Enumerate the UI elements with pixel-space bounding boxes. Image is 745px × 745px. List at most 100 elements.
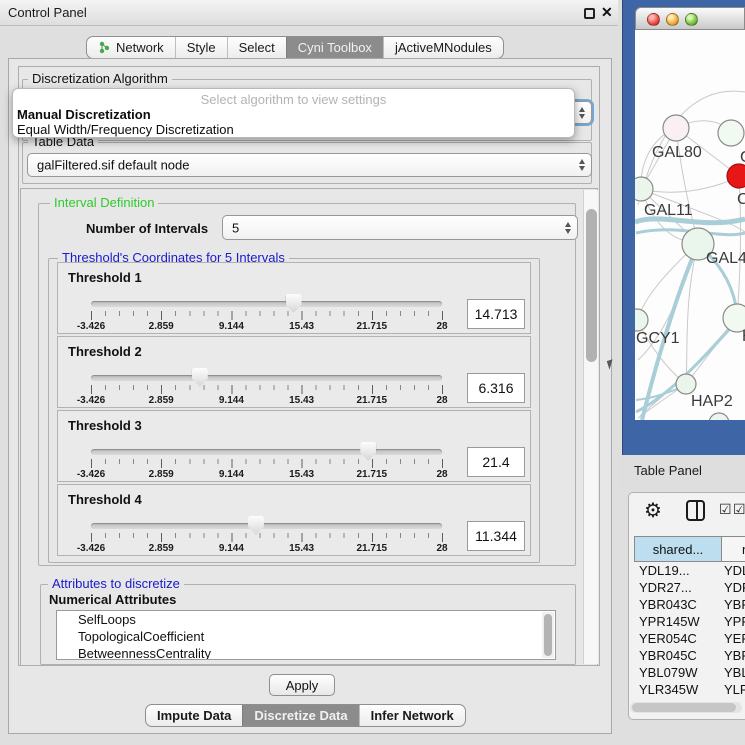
tick-label: 9.144 [203, 469, 259, 480]
apply-button[interactable]: Apply [269, 674, 335, 696]
cell-name: YBR0 [722, 648, 745, 663]
cell-name: YLR3 [722, 682, 745, 697]
list-item[interactable]: TopologicalCoefficient [57, 628, 555, 645]
threshold-label: Threshold 1 [68, 270, 142, 285]
tab-select[interactable]: Select [227, 37, 286, 58]
cell-shared-name: YPR145W [634, 614, 722, 629]
tick-label: 15.43 [274, 321, 330, 332]
tab-label: Infer Network [371, 708, 454, 723]
tick-label: 28 [414, 543, 470, 554]
table-hscrollbar[interactable] [630, 702, 742, 713]
threshold-label: Threshold 4 [68, 492, 142, 507]
tab-label: Select [239, 40, 275, 55]
tick-label: 2.859 [133, 321, 189, 332]
network-node[interactable] [676, 374, 696, 394]
split-columns-icon[interactable] [686, 500, 705, 521]
table-row[interactable]: YDL19...YDL1 [634, 562, 745, 579]
scrollbar-thumb[interactable] [586, 209, 597, 362]
tick-label: 21.715 [344, 469, 400, 480]
algorithm-dropdown-popup: Select algorithm to view settings Manual… [12, 88, 575, 138]
top-tabbar: Network Style Select Cyni Toolbox jActiv… [86, 36, 504, 59]
list-item[interactable]: BetweennessCentrality [57, 645, 555, 660]
tick-label: 28 [414, 395, 470, 406]
network-icon [98, 41, 111, 54]
tick-label: -3.426 [63, 469, 119, 480]
network-node[interactable] [718, 120, 744, 146]
algorithm-group-title: Discretization Algorithm [28, 72, 172, 86]
table-row[interactable]: YBL079WYBL0 [634, 664, 745, 681]
table-row[interactable]: YBR043CYBR0 [634, 596, 745, 613]
minimize-button[interactable] [666, 13, 679, 26]
tab-label: Impute Data [157, 708, 231, 723]
close-button[interactable] [647, 13, 660, 26]
tick-label: 21.715 [344, 543, 400, 554]
dropdown-hint: Select algorithm to view settings [13, 92, 574, 107]
network-node[interactable] [663, 115, 689, 141]
numerical-attributes-list[interactable]: SelfLoopsTopologicalCoefficientBetweenne… [56, 610, 556, 660]
tab-network[interactable]: Network [87, 37, 175, 58]
tab-jactivemnodules[interactable]: jActiveMNodules [383, 37, 503, 58]
network-node[interactable] [635, 309, 648, 331]
list-item[interactable]: SelfLoops [57, 611, 555, 628]
dropdown-item-manual[interactable]: Manual Discretization [17, 107, 151, 122]
tick-label: -3.426 [63, 395, 119, 406]
slider-major-ticks [91, 533, 443, 542]
checkbox-icon[interactable]: ☑ [719, 501, 732, 518]
node-label: GCY1 [636, 330, 680, 347]
slider-track[interactable] [91, 301, 442, 307]
threshold-value-field[interactable]: 6.316 [467, 373, 525, 403]
network-view[interactable]: GAL80 G C GAL11 GAL4 GCY1 H HAP2 [635, 30, 745, 420]
table-row[interactable]: YPR145WYPR1 [634, 613, 745, 630]
column-header-name[interactable]: n [722, 536, 745, 562]
list-scrollbar[interactable] [542, 612, 554, 658]
float-window-icon[interactable] [584, 8, 595, 19]
tab-impute-data[interactable]: Impute Data [146, 705, 242, 726]
scrollbar-thumb[interactable] [632, 703, 736, 712]
cell-name: YDR2 [722, 580, 745, 595]
table-row[interactable]: YBR045CYBR0 [634, 647, 745, 664]
tab-cyni-toolbox[interactable]: Cyni Toolbox [286, 37, 383, 58]
tab-label: Discretize Data [254, 708, 347, 723]
tab-infer-network[interactable]: Infer Network [359, 705, 465, 726]
node-label: C [737, 191, 745, 208]
slider-track[interactable] [91, 449, 442, 455]
tab-style[interactable]: Style [175, 37, 227, 58]
cell-name: YPR1 [722, 614, 745, 629]
cell-name: YBR0 [722, 597, 745, 612]
network-node-selected[interactable] [727, 164, 745, 188]
table-row[interactable]: YLR345WYLR3 [634, 681, 745, 698]
tab-label: Network [116, 40, 164, 55]
tick-label: 15.43 [274, 543, 330, 554]
settings-scrollbar[interactable] [583, 190, 598, 664]
zoom-button[interactable] [685, 13, 698, 26]
dropdown-item-equal-width[interactable]: Equal Width/Frequency Discretization [17, 122, 234, 137]
table-data-combo-value: galFiltered.sif default node [37, 158, 189, 173]
cell-shared-name: YDR27... [634, 580, 722, 595]
network-node[interactable] [635, 177, 653, 201]
table-row[interactable]: YER054CYER0 [634, 630, 745, 647]
combo-spinner-icon [579, 107, 585, 119]
threshold-value-field[interactable]: 21.4 [467, 447, 525, 477]
tick-label: 28 [414, 469, 470, 480]
close-icon[interactable]: ✕ [601, 4, 613, 21]
table-data-combo[interactable]: galFiltered.sif default node [27, 153, 592, 177]
threshold-label: Threshold 3 [68, 418, 142, 433]
column-header-shared[interactable]: shared... [634, 536, 722, 562]
threshold-panel-3: Threshold 3 -3.4262.8599.14415.4321.7152… [57, 410, 531, 482]
tick-label: 2.859 [133, 395, 189, 406]
cell-name: YBL0 [722, 665, 745, 680]
threshold-value-field[interactable]: 11.344 [467, 521, 525, 551]
scrollbar-thumb[interactable] [544, 614, 552, 656]
table-header-row: shared... n [634, 536, 745, 562]
tick-label: 21.715 [344, 321, 400, 332]
network-window-titlebar[interactable] [635, 7, 745, 30]
tab-discretize-data[interactable]: Discretize Data [242, 705, 358, 726]
table-row[interactable]: YDR27...YDR2 [634, 579, 745, 596]
checkbox-icon[interactable]: ☑ [733, 501, 745, 518]
slider-track[interactable] [91, 523, 442, 529]
gear-icon[interactable]: ⚙ [644, 498, 662, 523]
num-intervals-combo[interactable]: 5 [222, 215, 578, 240]
network-node[interactable] [709, 413, 729, 420]
threshold-value-field[interactable]: 14.713 [467, 299, 525, 329]
slider-track[interactable] [91, 375, 442, 381]
